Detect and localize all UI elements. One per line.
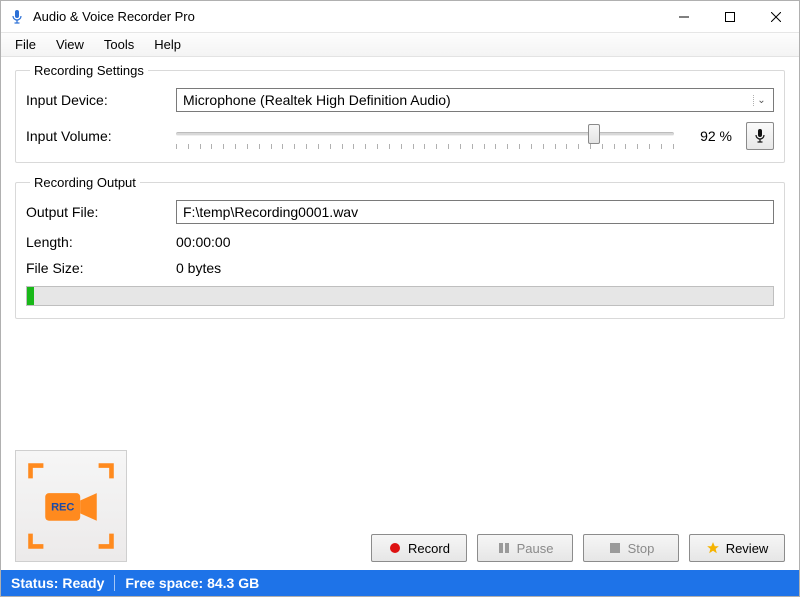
- menu-tools[interactable]: Tools: [94, 33, 144, 56]
- star-icon: [706, 541, 720, 555]
- file-size-label: File Size:: [26, 260, 176, 276]
- pause-button[interactable]: Pause: [477, 534, 573, 562]
- group-recording-output-legend: Recording Output: [30, 175, 140, 190]
- group-recording-settings: Recording Settings Input Device: Microph…: [15, 63, 785, 163]
- status-ready: Status: Ready: [11, 575, 104, 591]
- menubar: File View Tools Help: [1, 33, 799, 57]
- status-free-space: Free space: 84.3 GB: [125, 575, 259, 591]
- stop-icon: [608, 541, 622, 555]
- statusbar-separator: [114, 575, 115, 591]
- input-device-value: Microphone (Realtek High Definition Audi…: [183, 92, 753, 108]
- slider-thumb[interactable]: [588, 124, 600, 144]
- review-button[interactable]: Review: [689, 534, 785, 562]
- group-recording-settings-legend: Recording Settings: [30, 63, 148, 78]
- slider-ticks: [176, 144, 674, 150]
- window-title: Audio & Voice Recorder Pro: [33, 9, 195, 24]
- input-volume-percent: 92 %: [688, 128, 732, 144]
- record-tile[interactable]: REC: [15, 450, 127, 562]
- record-button[interactable]: Record: [371, 534, 467, 562]
- record-icon: [388, 541, 402, 555]
- pause-icon: [497, 541, 511, 555]
- menu-file[interactable]: File: [5, 33, 46, 56]
- length-value: 00:00:00: [176, 234, 774, 250]
- length-label: Length:: [26, 234, 176, 250]
- input-device-label: Input Device:: [26, 92, 176, 108]
- record-camera-icon: REC: [25, 460, 117, 552]
- input-volume-label: Input Volume:: [26, 128, 176, 144]
- microphone-toggle-button[interactable]: [746, 122, 774, 150]
- record-button-label: Record: [408, 541, 450, 556]
- review-button-label: Review: [726, 541, 769, 556]
- maximize-button[interactable]: [707, 1, 753, 33]
- app-icon-microphone: [9, 9, 25, 25]
- output-file-label: Output File:: [26, 204, 176, 220]
- svg-text:REC: REC: [51, 502, 74, 514]
- recording-progress: [26, 286, 774, 306]
- file-size-value: 0 bytes: [176, 260, 774, 276]
- input-volume-slider[interactable]: [176, 122, 674, 150]
- recording-progress-fill: [27, 287, 34, 305]
- input-device-select[interactable]: Microphone (Realtek High Definition Audi…: [176, 88, 774, 112]
- close-button[interactable]: [753, 1, 799, 33]
- content-area: Recording Settings Input Device: Microph…: [1, 57, 799, 570]
- group-recording-output: Recording Output Output File: Length: 00…: [15, 175, 785, 319]
- titlebar: Audio & Voice Recorder Pro: [1, 1, 799, 33]
- menu-help[interactable]: Help: [144, 33, 191, 56]
- stop-button[interactable]: Stop: [583, 534, 679, 562]
- stop-button-label: Stop: [628, 541, 655, 556]
- chevron-down-icon: ⌄: [753, 95, 769, 106]
- menu-view[interactable]: View: [46, 33, 94, 56]
- pause-button-label: Pause: [517, 541, 554, 556]
- minimize-button[interactable]: [661, 1, 707, 33]
- statusbar: Status: Ready Free space: 84.3 GB: [1, 570, 799, 596]
- output-file-input[interactable]: [176, 200, 774, 224]
